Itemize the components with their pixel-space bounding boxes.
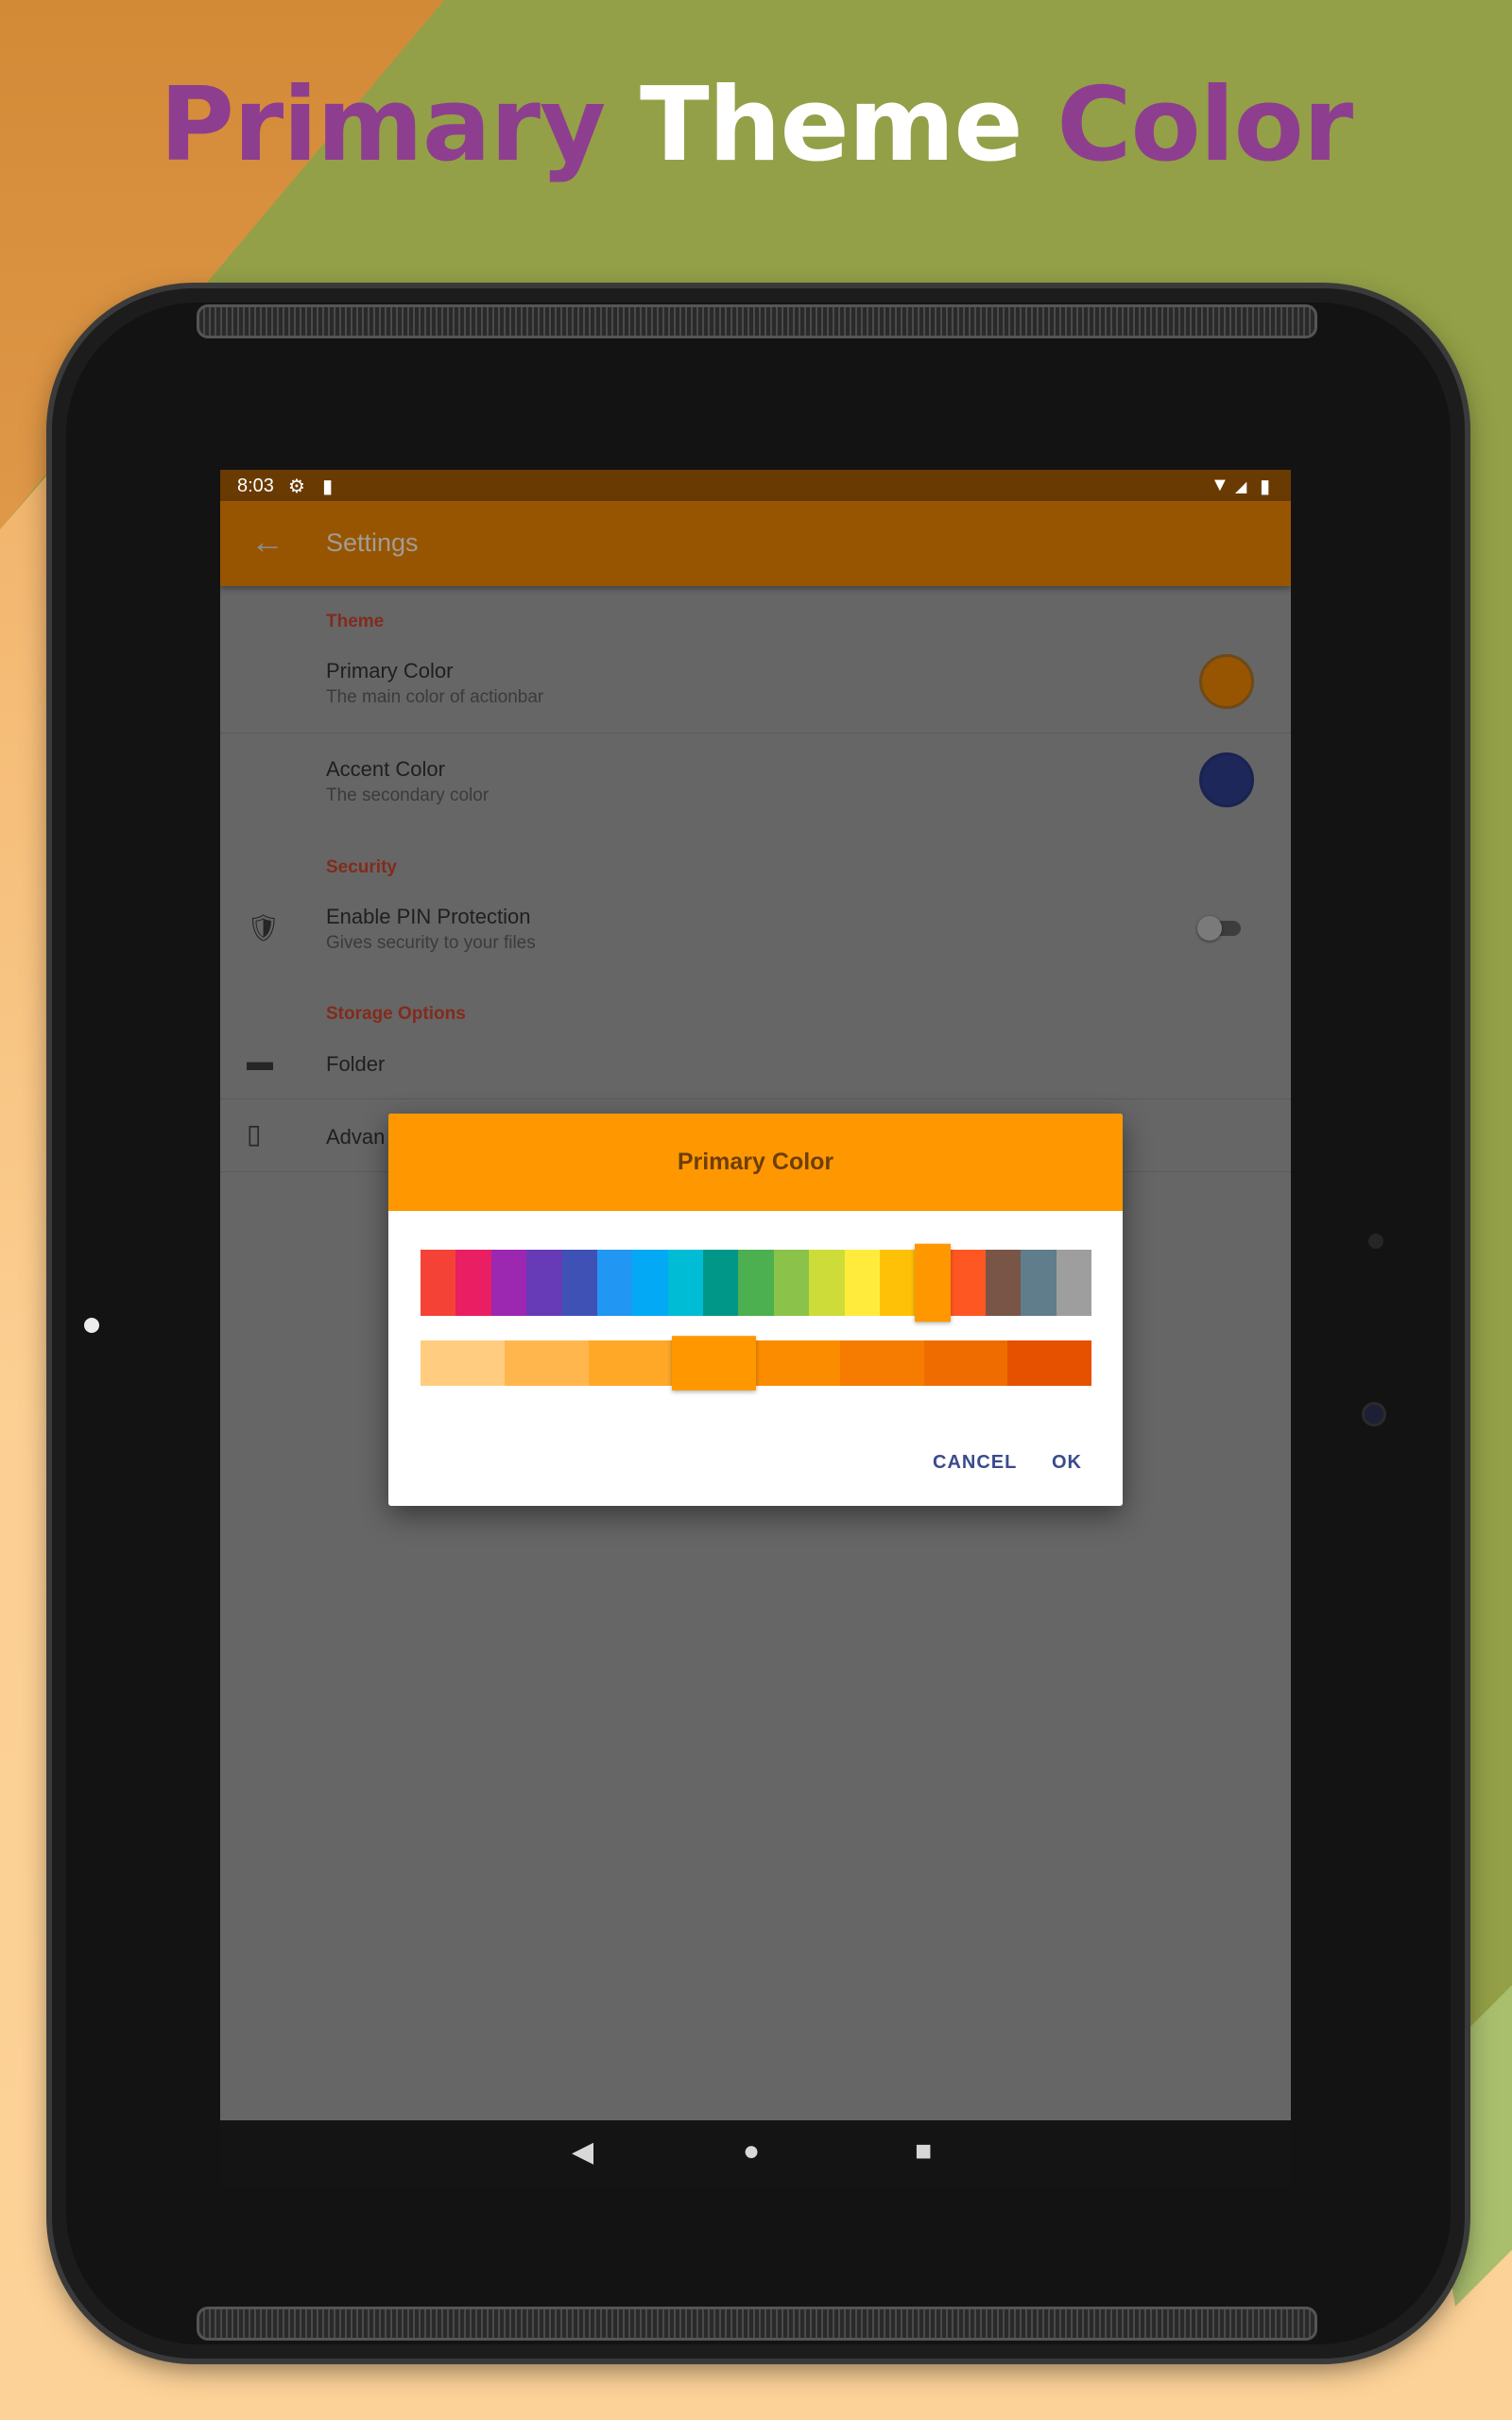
headline-primary: Primary (159, 66, 607, 184)
color-picker-dialog: Primary Color CANCEL OK (388, 1114, 1123, 1506)
signal-icon: ◢ (1235, 479, 1247, 495)
sdcard-icon: ▮ (322, 476, 334, 497)
shade-palette (421, 1336, 1091, 1391)
status-bar: 8:03 ⚙ ▮ ▼ ◢ ▮ (220, 470, 1291, 501)
pin-toggle-thumb[interactable] (1197, 916, 1222, 941)
shield-icon: 🛡 (247, 913, 281, 942)
nav-home-icon[interactable]: ● (743, 2135, 760, 2168)
navigation-bar: ◀ ● ■ (220, 2120, 1291, 2187)
nav-back-icon[interactable]: ◀ (572, 2135, 593, 2169)
palette-color-cell[interactable] (844, 1250, 880, 1316)
nav-recents-icon[interactable]: ■ (915, 2135, 932, 2168)
speaker-grille-top (197, 304, 1317, 338)
shade-color-cell[interactable] (672, 1336, 756, 1391)
palette-color-cell[interactable] (526, 1250, 562, 1316)
pref-pin-subtitle: Gives security to your files (326, 933, 536, 953)
shade-color-cell[interactable] (504, 1340, 589, 1386)
pref-accent-title: Accent Color (326, 757, 445, 781)
shade-color-cell[interactable] (1007, 1340, 1091, 1386)
cancel-button[interactable]: CANCEL (933, 1452, 1017, 1474)
palette-color-cell[interactable] (809, 1250, 845, 1316)
palette-color-cell[interactable] (915, 1243, 951, 1322)
divider (220, 1098, 1291, 1099)
arrow-back-icon[interactable]: ← (250, 522, 284, 562)
status-time: 8:03 (237, 475, 274, 496)
front-camera (1365, 1405, 1383, 1424)
palette-color-cell[interactable] (490, 1250, 527, 1316)
color-palette (421, 1243, 1092, 1322)
page-title: Settings (326, 528, 419, 557)
section-header-theme: Theme (326, 612, 385, 631)
phone-icon: ▯ (247, 1119, 262, 1149)
dialog-header: Primary Color (388, 1114, 1123, 1211)
shade-color-cell[interactable] (421, 1340, 505, 1386)
pref-pin-title: Enable PIN Protection (326, 905, 531, 928)
dialog-title: Primary Color (677, 1149, 834, 1175)
palette-color-cell[interactable] (1021, 1250, 1057, 1316)
wifi-icon: ▼ (1211, 475, 1229, 495)
shade-color-cell[interactable] (588, 1340, 673, 1386)
palette-color-cell[interactable] (421, 1250, 456, 1316)
app-bar: ← Settings (220, 501, 1291, 586)
headline: Primary Theme Color (0, 66, 1512, 184)
palette-color-cell[interactable] (879, 1250, 916, 1316)
headline-color: Color (1057, 66, 1353, 184)
palette-color-cell[interactable] (632, 1250, 668, 1316)
pref-advanced-title: Advan (326, 1125, 386, 1149)
pref-primary-subtitle: The main color of actionbar (326, 687, 544, 707)
section-header-security: Security (326, 857, 397, 877)
primary-color-swatch[interactable] (1199, 654, 1254, 709)
light-sensor (84, 1318, 99, 1333)
palette-color-cell[interactable] (950, 1250, 986, 1316)
shade-color-cell[interactable] (839, 1340, 924, 1386)
palette-color-cell[interactable] (986, 1250, 1022, 1316)
proximity-sensor (1368, 1234, 1383, 1249)
headline-theme: Theme (639, 66, 1023, 184)
shade-color-cell[interactable] (756, 1340, 840, 1386)
palette-color-cell[interactable] (738, 1250, 774, 1316)
palette-color-cell[interactable] (703, 1250, 739, 1316)
palette-color-cell[interactable] (773, 1250, 810, 1316)
divider (220, 733, 1291, 734)
palette-color-cell[interactable] (667, 1250, 703, 1316)
palette-color-cell[interactable] (561, 1250, 597, 1316)
palette-color-cell[interactable] (596, 1250, 633, 1316)
gear-icon: ⚙ (288, 476, 305, 497)
palette-color-cell[interactable] (1056, 1250, 1092, 1316)
pref-folder-title: Folder (326, 1052, 386, 1076)
ok-button[interactable]: OK (1052, 1452, 1082, 1474)
section-header-storage: Storage Options (326, 1004, 466, 1024)
pref-primary-title: Primary Color (326, 659, 454, 683)
folder-icon: ▬ (247, 1046, 273, 1076)
palette-color-cell[interactable] (455, 1250, 491, 1316)
battery-icon: ▮ (1260, 476, 1271, 497)
pref-accent-subtitle: The secondary color (326, 786, 490, 805)
shade-color-cell[interactable] (923, 1340, 1008, 1386)
accent-color-swatch[interactable] (1199, 752, 1254, 807)
speaker-grille-bottom (197, 2307, 1317, 2341)
